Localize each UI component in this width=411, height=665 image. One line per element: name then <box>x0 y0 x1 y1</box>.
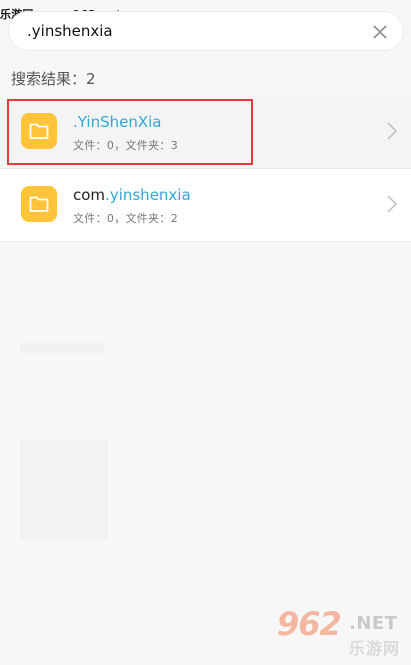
logo-number: 962 <box>277 605 342 643</box>
search-input[interactable]: .yinshenxia <box>27 22 113 40</box>
item-title-prefix: com <box>73 186 106 204</box>
item-title-match: .YinShenXia <box>73 113 162 131</box>
search-bar[interactable]: .yinshenxia <box>8 11 404 51</box>
list-item[interactable]: .YinShenXia 文件：0，文件夹：3 <box>0 96 411 169</box>
faded-placeholder <box>20 343 104 353</box>
list-item[interactable]: com.yinshenxia 文件：0，文件夹：2 <box>0 169 411 242</box>
site-logo: 962 .NET 乐游网 <box>277 605 405 658</box>
faded-placeholder <box>20 440 108 540</box>
close-icon <box>373 25 387 39</box>
item-title: com.yinshenxia <box>73 186 191 204</box>
results-list: .YinShenXia 文件：0，文件夹：3 com.yinshenxia 文件… <box>0 96 411 242</box>
folder-icon <box>21 186 57 222</box>
item-title: .YinShenXia <box>73 113 161 131</box>
folder-icon <box>21 113 57 149</box>
item-subtitle: 文件：0，文件夹：2 <box>73 212 178 225</box>
results-count-label: 搜索结果：2 <box>11 70 96 88</box>
item-subtitle: 文件：0，文件夹：3 <box>73 139 178 152</box>
logo-net: .NET <box>349 613 398 634</box>
logo-cn: 乐游网 <box>349 639 401 658</box>
item-title-match: .yinshenxia <box>105 186 191 204</box>
chevron-right-icon <box>387 122 397 140</box>
clear-search-button[interactable] <box>369 21 391 43</box>
chevron-right-icon <box>387 195 397 213</box>
